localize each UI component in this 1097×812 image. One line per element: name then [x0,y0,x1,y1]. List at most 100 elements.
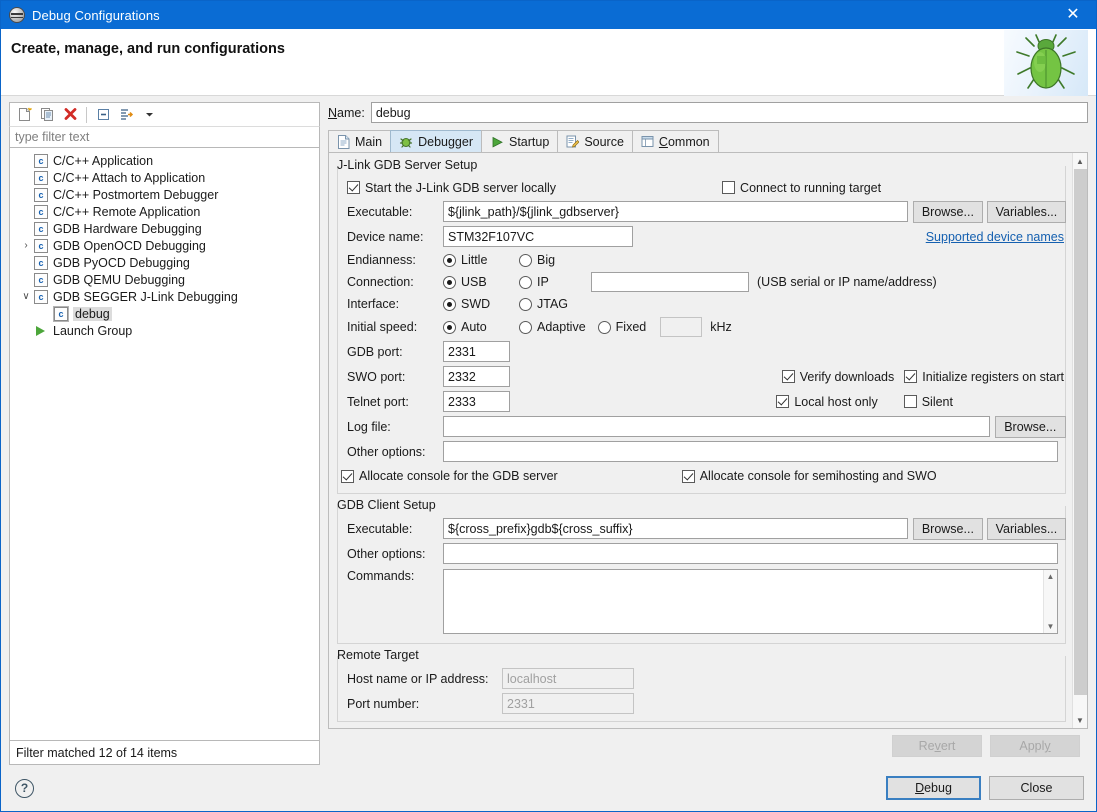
connection-usb-radio[interactable]: USB [443,275,519,289]
server-executable-variables-button[interactable]: Variables... [986,200,1066,223]
filter-input[interactable]: type filter text [9,126,320,148]
initialize-registers-checkbox[interactable]: Initialize registers on start [904,370,1064,384]
scroll-down-icon[interactable]: ▼ [1047,620,1055,633]
dialog-footer: ? Debug Close [1,765,1096,811]
tree-item[interactable]: c C/C++ Remote Application [10,203,319,220]
tree-item[interactable]: c C/C++ Postmortem Debugger [10,186,319,203]
client-executable-input[interactable]: ${cross_prefix}gdb${cross_suffix} [443,518,908,539]
tree-twisty-icon[interactable]: ∨ [18,291,34,302]
telnet-port-label: Telnet port: [347,394,409,409]
server-executable-browse-button[interactable]: Browse... [912,200,983,223]
tab-startup[interactable]: Startup [481,130,559,152]
source-icon [566,135,580,148]
tab-debugger[interactable]: Debugger [390,130,482,152]
log-file-input[interactable] [443,416,990,437]
configurations-tree[interactable]: c C/C++ Application c C/C++ Attach to Appli… [9,148,320,741]
tree-item[interactable]: c GDB PyOCD Debugging [10,254,319,271]
scrollbar-track[interactable] [1073,169,1088,712]
connection-ip-radio[interactable]: IP [519,275,591,289]
tree-item[interactable]: c C/C++ Application [10,152,319,169]
initial-speed-fixed-radio[interactable]: Fixed [597,320,647,334]
filter-input-text: type filter text [15,130,90,144]
remote-host-input[interactable]: localhost [502,668,634,689]
client-executable-variables-button[interactable]: Variables... [986,517,1066,540]
help-question-icon[interactable]: ? [15,778,34,798]
debug-button[interactable]: Debug [886,776,981,800]
jlink-gdb-server-group: J-Link GDB Server Setup Start the J-Link… [337,158,1066,494]
allocate-console-semihosting-checkbox[interactable]: Allocate console for semihosting and SWO [681,469,937,483]
scroll-up-icon[interactable]: ▲ [1047,570,1055,583]
tree-item-label: GDB QEMU Debugging [53,272,186,287]
initial-speed-fixed-label: Fixed [615,320,647,334]
tree-twisty-icon[interactable]: › [18,240,34,251]
tree-item[interactable]: Launch Group [10,322,319,339]
client-other-options-input[interactable] [443,543,1058,564]
gdb-port-input[interactable]: 2331 [443,341,510,362]
device-name-input[interactable]: STM32F107VC [443,226,633,247]
remote-port-input[interactable]: 2331 [502,693,634,714]
start-gdb-server-checkbox[interactable]: Start the J-Link GDB server locally [347,181,556,195]
remote-target-group-label: Remote Target [337,648,419,662]
initial-speed-adaptive-radio-box [519,320,532,334]
local-host-only-checkbox-box [776,395,790,408]
client-commands-value [444,570,1043,633]
tab-common[interactable]: Common [631,130,719,152]
interface-swd-radio[interactable]: SWD [443,297,519,311]
debugger-panel-scrollbar[interactable]: ▲ ▼ [1072,153,1087,728]
close-button[interactable]: Close [989,776,1084,800]
collapse-all-button[interactable] [93,105,113,125]
tab-common-label: Common [658,134,710,149]
connection-ip-label: IP [537,275,549,289]
initial-speed-adaptive-radio[interactable]: Adaptive [519,320,586,334]
silent-checkbox[interactable]: Silent [903,395,953,409]
duplicate-configuration-button[interactable] [37,105,57,125]
initial-speed-fixed-input[interactable] [660,317,703,337]
close-icon[interactable]: ✕ [1050,1,1096,29]
log-file-browse-button[interactable]: Browse... [994,415,1066,438]
tab-source-label: Source [584,134,624,149]
tree-item[interactable]: c GDB Hardware Debugging [10,220,319,237]
client-commands-textarea[interactable]: ▲ ▼ [443,569,1058,634]
document-icon [338,134,350,149]
name-input[interactable]: debug [370,102,1088,123]
tree-item[interactable]: c C/C++ Attach to Application [10,169,319,186]
endianness-little-radio[interactable]: Little [443,253,519,267]
telnet-port-input[interactable]: 2333 [443,391,510,412]
connection-address-input[interactable] [591,272,749,292]
tree-item[interactable]: › c GDB OpenOCD Debugging [10,237,319,254]
client-commands-scrollbar[interactable]: ▲ ▼ [1043,570,1057,633]
scroll-up-arrow-icon[interactable]: ▲ [1073,153,1088,169]
remote-host-label: Host name or IP address: [347,671,489,686]
c-config-icon: c [34,204,48,219]
connect-running-target-checkbox[interactable]: Connect to running target [722,181,881,195]
tab-source[interactable]: Source [557,130,633,152]
delete-configuration-button[interactable] [60,105,80,125]
interface-jtag-radio[interactable]: JTAG [519,297,568,311]
filter-configurations-button[interactable] [116,105,136,125]
apply-button[interactable]: Appl y [990,735,1080,757]
swo-port-input[interactable]: 2332 [443,366,510,387]
revert-button[interactable]: Re v ert [892,735,982,757]
initial-speed-auto-radio[interactable]: Auto [443,320,519,334]
supported-device-names-link[interactable]: Supported device names [926,230,1064,244]
tree-item-label: debug [73,306,112,321]
tree-item[interactable]: c GDB QEMU Debugging [10,271,319,288]
allocate-console-server-checkbox[interactable]: Allocate console for the GDB server [341,469,558,483]
tree-item-label: C/C++ Application [53,153,154,168]
debugger-tab-panel: J-Link GDB Server Setup Start the J-Link… [328,152,1088,729]
verify-downloads-checkbox[interactable]: Verify downloads [781,370,894,384]
gdb-client-group: GDB Client Setup Executable: ${cross_pre… [337,498,1066,644]
new-configuration-button[interactable] [14,105,34,125]
scrollbar-thumb[interactable] [1073,169,1087,695]
server-other-options-input[interactable] [443,441,1058,462]
scroll-down-arrow-icon[interactable]: ▼ [1073,712,1088,728]
tree-item[interactable]: c debug [10,305,319,322]
tab-main[interactable]: Main [328,130,392,152]
toolbar-dropdown-arrow[interactable] [139,105,159,125]
tree-item[interactable]: ∨ c GDB SEGGER J-Link Debugging [10,288,319,305]
client-executable-browse-button[interactable]: Browse... [912,517,983,540]
local-host-only-checkbox[interactable]: Local host only [776,395,878,409]
server-executable-input[interactable]: ${jlink_path}/${jlink_gdbserver} [443,201,908,222]
tab-main-label: Main [355,134,383,149]
endianness-big-radio[interactable]: Big [519,253,555,267]
